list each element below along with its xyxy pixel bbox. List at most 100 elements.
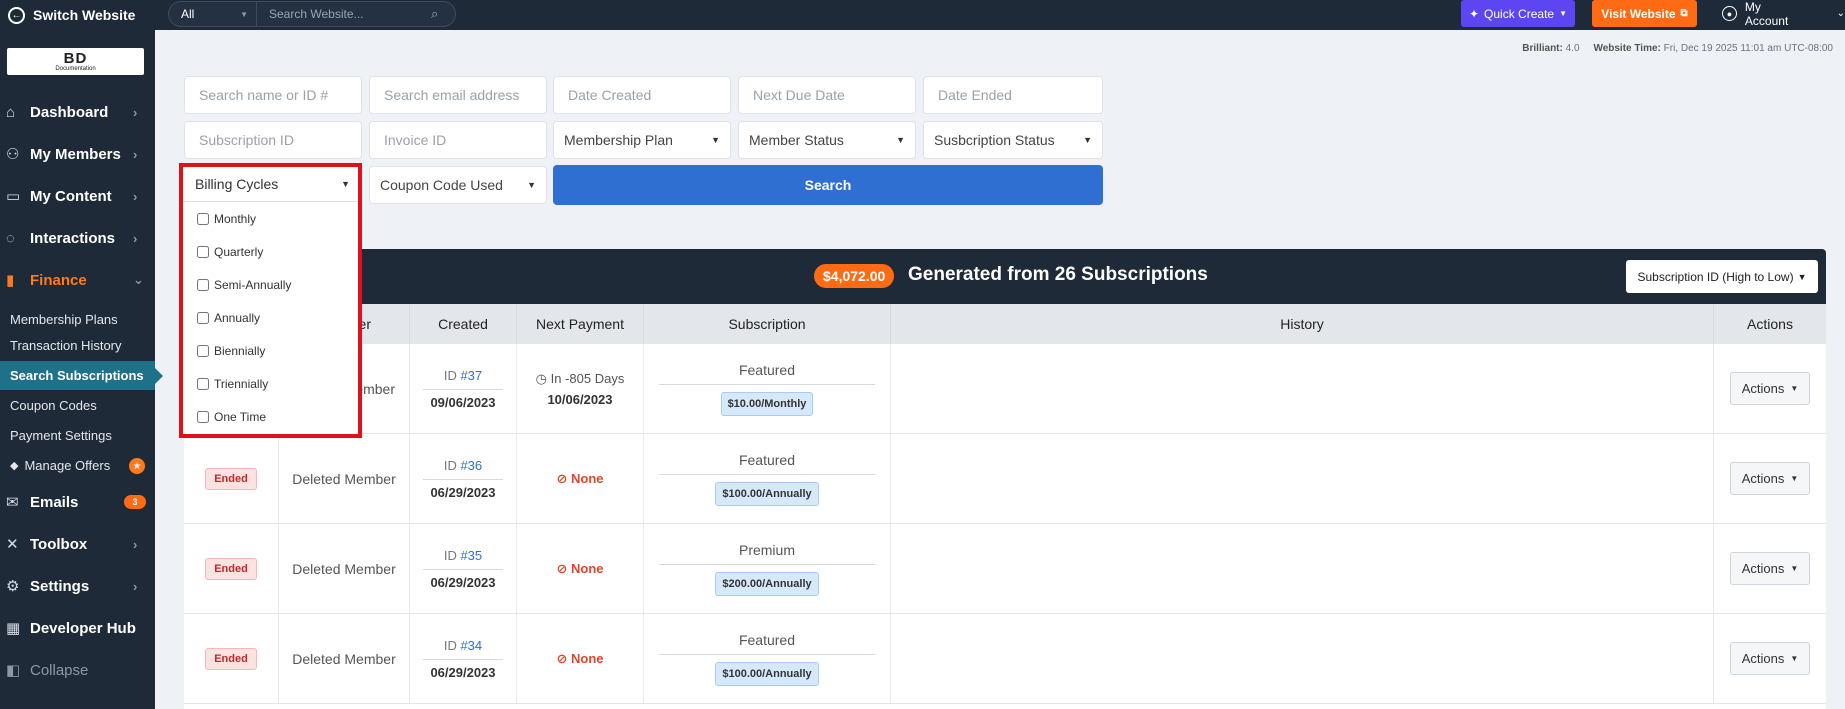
table-header: er Created Next Payment Subscription His… (184, 304, 1826, 344)
subscription-id-link[interactable]: #36 (460, 458, 482, 473)
sidebar-subitem-payment-settings[interactable]: Payment Settings (0, 421, 155, 450)
brilliant-value: 4.0 (1565, 43, 1580, 54)
ban-icon: ⊘ (556, 650, 568, 666)
sidebar-item-label: Toolbox (30, 535, 88, 553)
switch-website-button[interactable]: ← Switch Website (0, 6, 155, 24)
grid-icon: ▦ (6, 620, 21, 637)
website-search-input[interactable]: Search Website... (257, 7, 431, 21)
visit-website-button[interactable]: Visit Website ⧉ (1592, 0, 1697, 27)
sidebar-subitem-search-subscriptions[interactable]: Search Subscriptions (0, 361, 163, 390)
envelope-icon: ✉ (6, 494, 19, 511)
subscription-id-link[interactable]: #34 (460, 638, 482, 653)
search-icon[interactable]: ⌕ (431, 6, 455, 22)
billing-option-checkbox[interactable] (197, 344, 209, 357)
actions-button[interactable]: Actions ▼ (1730, 372, 1810, 405)
billing-option-monthly[interactable]: Monthly (183, 202, 358, 235)
member-cell: Deleted Member (279, 434, 410, 523)
next-payment-days: ◷ In -805 Days (536, 371, 625, 387)
billing-option-semi-annually[interactable]: Semi-Annually (183, 268, 358, 301)
membership-plan-select[interactable]: Membership Plan ▼ (553, 121, 731, 159)
total-amount-badge: $4,072.00 (814, 264, 895, 288)
invoice-id-input[interactable]: Invoice ID (369, 121, 547, 159)
sidebar-item-members[interactable]: ⚇ My Members › (0, 133, 155, 175)
billing-option-label: Monthly (214, 211, 257, 226)
date-created-input[interactable]: Date Created (553, 76, 731, 114)
sidebar-subitem-membership-plans[interactable]: Membership Plans (0, 305, 155, 334)
status-cell: Ended (184, 434, 279, 523)
billing-option-checkbox[interactable] (197, 278, 209, 291)
actions-button[interactable]: Actions ▼ (1730, 642, 1810, 675)
billing-option-checkbox[interactable] (197, 410, 209, 423)
quick-create-button[interactable]: ✦ Quick Create ▼ (1461, 0, 1575, 27)
search-button[interactable]: Search (553, 165, 1103, 205)
next-days-label: In -805 Days (550, 370, 625, 386)
actions-button[interactable]: Actions ▼ (1730, 462, 1810, 495)
sidebar-subitem-label: Membership Plans (10, 312, 118, 327)
site-logo[interactable]: BD Documentation (7, 48, 144, 75)
sidebar-subitem-coupon-codes[interactable]: Coupon Codes (0, 391, 155, 420)
billing-option-quarterly[interactable]: Quarterly (183, 235, 358, 268)
billing-option-annually[interactable]: Annually (183, 301, 358, 334)
results-summary-banner: $4,072.00 Generated from 26 Subscription… (184, 249, 1826, 304)
history-cell (891, 434, 1714, 523)
chevron-right-icon: › (133, 188, 138, 204)
id-prefix: ID (443, 457, 457, 473)
next-payment-none: ⊘ None (556, 651, 603, 667)
sidebar-subitem-transaction-history[interactable]: Transaction History (0, 331, 155, 360)
actions-cell: Actions ▼ (1714, 614, 1826, 703)
sidebar-collapse-button[interactable]: ◧ Collapse (0, 649, 155, 691)
next-payment-none: ⊘ None (556, 561, 603, 577)
star-icon: ★ (129, 458, 145, 474)
subscription-status-select[interactable]: Susbcription Status ▼ (923, 121, 1103, 159)
sidebar-item-emails[interactable]: ✉ Emails 3 (0, 481, 155, 523)
status-cell: Ended (184, 524, 279, 613)
member-status-select[interactable]: Member Status ▼ (738, 121, 916, 159)
subscription-cell: Featured $100.00/Annually (644, 434, 891, 523)
id-prefix: ID (443, 367, 457, 383)
sidebar-item-label: Interactions (30, 229, 116, 247)
clock-icon: ◷ (535, 370, 547, 386)
sidebar-item-dashboard[interactable]: ⌂ Dashboard › (0, 91, 155, 133)
next-payment-cell: ⊘ None (517, 614, 644, 703)
sidebar-item-interactions[interactable]: ◌ Interactions › (0, 217, 155, 259)
search-email-input[interactable]: Search email address (369, 76, 547, 114)
billing-option-label: Quarterly (214, 244, 264, 259)
sidebar-item-finance[interactable]: ▮ Finance ⌄ (0, 259, 155, 301)
status-badge: Ended (205, 647, 257, 670)
actions-cell: Actions ▼ (1714, 434, 1826, 523)
chevron-down-icon: ▼ (240, 9, 248, 19)
search-scope-select[interactable]: All ▼ (169, 2, 257, 26)
sidebar-item-developer-hub[interactable]: ▦ Developer Hub (0, 607, 155, 649)
billing-option-checkbox[interactable] (197, 212, 209, 225)
billing-cycles-select[interactable]: Billing Cycles ▼ (183, 167, 358, 202)
coupon-code-select[interactable]: Coupon Code Used ▼ (369, 166, 547, 204)
external-link-icon: ⧉ (1680, 8, 1688, 19)
billing-option-biennially[interactable]: Biennially (183, 334, 358, 367)
sidebar-subitem-manage-offers[interactable]: ◆ Manage Offers ★ (0, 451, 155, 480)
billing-option-one-time[interactable]: One Time (183, 400, 358, 433)
sidebar-item-label: Finance (30, 271, 87, 289)
member-name: Deleted Member (292, 470, 396, 487)
subscription-id-link[interactable]: #37 (460, 368, 482, 383)
search-scope-value: All (181, 7, 195, 21)
sidebar-item-settings[interactable]: ⚙ Settings › (0, 565, 155, 607)
sort-dropdown[interactable]: Subscription ID (High to Low) ▼ (1626, 260, 1818, 293)
billing-option-checkbox[interactable] (197, 245, 209, 258)
id-prefix: ID (443, 637, 457, 653)
billing-option-checkbox[interactable] (197, 311, 209, 324)
my-account-menu[interactable]: ● My Account ⌄ (1722, 0, 1845, 28)
collapse-icon: ◧ (6, 662, 21, 679)
billing-option-checkbox[interactable] (197, 377, 209, 390)
date-ended-input[interactable]: Date Ended (923, 76, 1103, 114)
next-payment-label: None (571, 470, 604, 486)
table-row: Ended Deleted Member ID #34 06/29/2023 ⊘… (184, 614, 1826, 704)
table-row: Ended Deleted Member ID #36 06/29/2023 ⊘… (184, 434, 1826, 524)
sidebar-item-toolbox[interactable]: ✕ Toolbox › (0, 523, 155, 565)
billing-option-triennially[interactable]: Triennially (183, 367, 358, 400)
sidebar-item-content[interactable]: ▭ My Content › (0, 175, 155, 217)
next-due-date-input[interactable]: Next Due Date (738, 76, 916, 114)
actions-button[interactable]: Actions ▼ (1730, 552, 1810, 585)
subscription-id-link[interactable]: #35 (460, 548, 482, 563)
subscription-id-input[interactable]: Subscription ID (184, 121, 362, 159)
search-name-input[interactable]: Search name or ID # (184, 76, 362, 114)
